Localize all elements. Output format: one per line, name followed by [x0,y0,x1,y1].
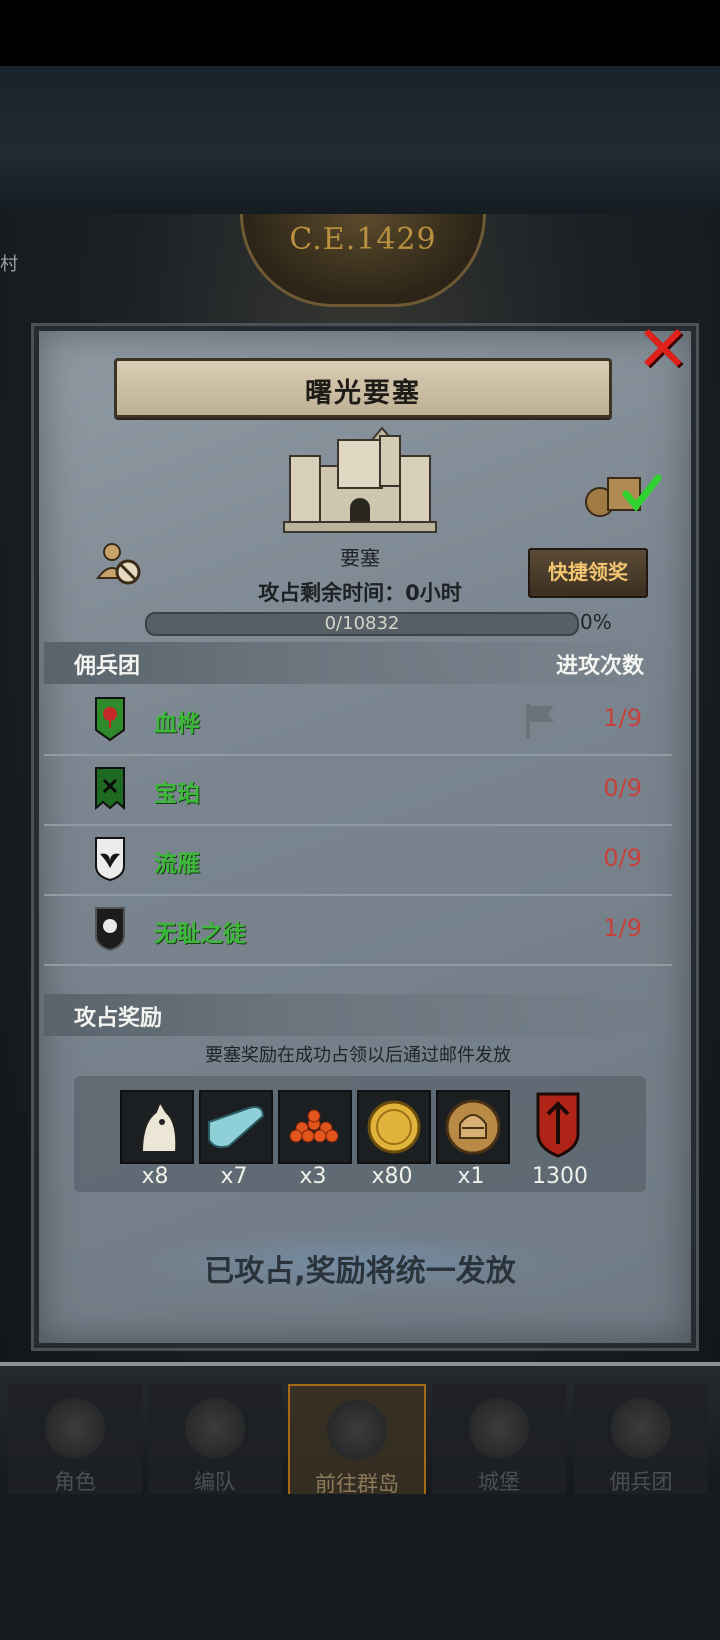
mercenary-name: 流雁 [154,851,200,877]
castle-icon [469,1398,529,1458]
bird-banner-icon [95,837,125,882]
reward-item-helmet-coin[interactable] [436,1090,510,1164]
mercenary-section-header: 佣兵团 进攻次数 [44,642,672,684]
reward-item-horse[interactable] [120,1090,194,1164]
red-beads-icon [289,1109,339,1143]
flag-icon [526,704,554,738]
compass-icon [327,1400,387,1460]
mercenary-row[interactable]: 血桦 1/9 [44,684,672,756]
no-person-icon[interactable] [96,540,142,586]
helmet-icon [185,1398,245,1458]
tab-mercenary[interactable]: 佣兵团 [574,1384,708,1498]
character-icon [45,1398,105,1458]
reward-item-beads[interactable] [278,1090,352,1164]
gold-coin-icon [367,1100,421,1154]
horse-icon [140,1099,178,1153]
fortress-icon [283,426,437,533]
reward-item-cloth[interactable] [199,1090,273,1164]
tab-castle[interactable]: 城堡 [432,1384,566,1498]
attack-count: 1/9 [603,914,642,942]
reward-item-coin[interactable] [357,1090,431,1164]
tab-archipelago[interactable]: 前往群岛 [288,1384,426,1502]
status-text: 已攻占,奖励将统一发放 [204,1254,516,1289]
reward-qty: x80 [371,1164,413,1189]
tab-character[interactable]: 角色 [8,1384,142,1498]
mercenary-name: 无耻之徒 [154,921,246,947]
status-banner: 已攻占,奖励将统一发放 [140,1232,580,1294]
sun-banner-icon [95,907,125,952]
background-top [0,66,720,216]
remaining-time: 攻占剩余时间：0小时 [258,581,462,605]
mercenary-row[interactable]: 无耻之徒 1/9 [44,894,672,966]
reward-bag-check-icon[interactable] [582,464,664,520]
reward-item-shield[interactable] [534,1090,582,1160]
quick-claim-button[interactable]: 快捷领奖 [528,548,648,598]
tab-label: 佣兵团 [609,1470,673,1494]
attack-count: 1/9 [603,704,642,732]
reward-qty: x7 [220,1164,248,1189]
dialog-title: 曙光要塞 [305,378,421,409]
knight-helmet-coin-icon [445,1099,501,1155]
reward-section-header: 攻占奖励 [44,994,672,1036]
attack-count: 0/9 [603,844,642,872]
reward-note: 要塞奖励在成功占领以后通过邮件发放 [205,1045,511,1066]
mercenary-name: 宝珀 [154,781,200,807]
reward-qty: x3 [299,1164,327,1189]
jagged-banner-icon [95,767,125,811]
mercenary-row[interactable]: 流雁 0/9 [44,824,672,896]
tab-label: 角色 [54,1470,96,1494]
close-icon: ✕ [636,313,690,387]
reward-qty: x8 [141,1164,169,1189]
status-bar [0,0,720,66]
reward-qty: 1300 [532,1164,588,1189]
title-plate: 曙光要塞 [114,358,612,418]
mercenary-row[interactable]: 宝珀 0/9 [44,754,672,826]
tab-label: 编队 [194,1470,236,1494]
tree-banner-icon [95,697,125,742]
bottom-background [0,1494,720,1640]
tab-formation[interactable]: 编队 [148,1384,282,1498]
era-label: C.E.1429 [289,222,437,257]
reward-header-label: 攻占奖励 [74,1006,163,1031]
reward-qty: x1 [457,1164,485,1189]
mercenary-icon [611,1398,671,1458]
tab-label: 城堡 [478,1470,520,1494]
close-button[interactable]: ✕ [636,318,690,382]
side-label: 村 [0,254,18,275]
progress-percent: 0% [580,610,612,634]
mercenary-header-label: 佣兵团 [74,654,141,679]
attack-count: 0/9 [603,774,642,802]
bottom-nav: 角色 编队 前往群岛 城堡 佣兵团 [0,1362,720,1502]
red-shield-icon [536,1092,580,1158]
attack-count-header: 进攻次数 [555,654,644,679]
fortress-label: 要塞 [340,546,380,570]
cloth-icon [208,1106,265,1149]
progress-text: 0/10832 [324,613,400,634]
capture-progress-bar: 0/10832 [145,612,579,636]
mercenary-name: 血桦 [154,711,200,737]
